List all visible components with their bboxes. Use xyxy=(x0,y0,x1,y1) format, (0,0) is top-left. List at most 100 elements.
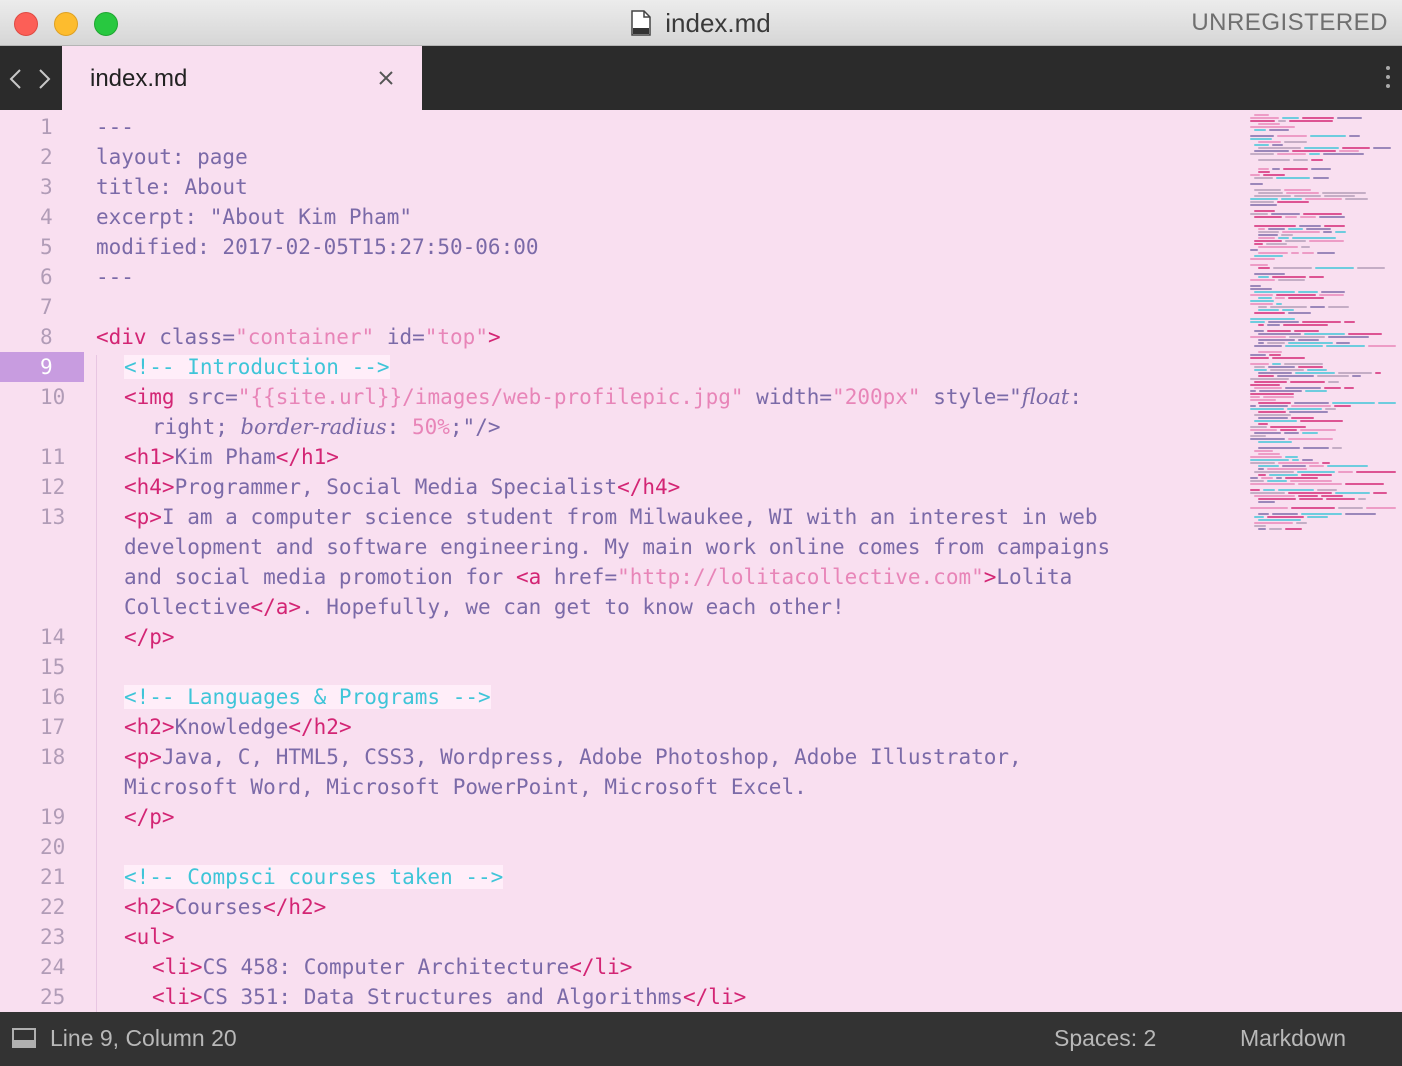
minimap-stroke xyxy=(1348,333,1382,335)
code-line-23: <ul> xyxy=(124,925,175,949)
minimap-stroke xyxy=(1291,507,1335,509)
line-number: 8 xyxy=(40,325,53,349)
minimap-stroke xyxy=(1258,342,1264,344)
minimap-stroke xyxy=(1300,429,1336,431)
line-number: 2 xyxy=(40,145,53,169)
minimap-stroke xyxy=(1285,528,1302,530)
minimap-stroke xyxy=(1301,513,1342,515)
syntax-selector[interactable]: Markdown xyxy=(1240,1025,1346,1052)
minimap-stroke xyxy=(1302,432,1318,434)
cursor-position: Line 9, Column 20 xyxy=(50,1025,237,1051)
minimap-stroke xyxy=(1323,231,1332,233)
minimap-stroke xyxy=(1273,267,1312,269)
minimap-stroke xyxy=(1254,195,1291,197)
minimap-stroke xyxy=(1269,354,1281,356)
minimap-stroke xyxy=(1258,519,1301,521)
minimap-stroke xyxy=(1309,276,1324,278)
minimap-stroke xyxy=(1276,294,1316,296)
minimap-stroke xyxy=(1250,153,1274,155)
minimap-stroke xyxy=(1288,492,1332,494)
code-line-9: <!-- Introduction --> xyxy=(124,355,390,379)
minimap-stroke xyxy=(1344,321,1355,323)
minimap-stroke xyxy=(1250,183,1263,185)
more-options-icon[interactable] xyxy=(1384,66,1392,92)
minimap-stroke xyxy=(1250,459,1289,461)
minimap-stroke xyxy=(1259,390,1302,392)
minimap-stroke xyxy=(1254,243,1263,245)
code-line-13-wrap: development and software engineering. My… xyxy=(124,535,1111,559)
minimap-stroke xyxy=(1305,198,1342,200)
minimap-stroke xyxy=(1269,474,1298,476)
minimap-stroke xyxy=(1258,474,1266,476)
minimap-stroke xyxy=(1285,477,1318,479)
minimap-stroke xyxy=(1258,402,1291,404)
minimap-stroke xyxy=(1272,513,1298,515)
minimap-stroke xyxy=(1272,168,1280,170)
minimap-stroke xyxy=(1326,498,1355,500)
minimap-stroke xyxy=(1254,381,1287,383)
minimap-stroke xyxy=(1285,216,1297,218)
minimap-stroke xyxy=(1250,213,1268,215)
minimap-stroke xyxy=(1250,126,1295,128)
minimap-stroke xyxy=(1317,252,1335,254)
indentation-setting[interactable]: Spaces: 2 xyxy=(1054,1025,1156,1052)
line-number: 18 xyxy=(40,745,66,769)
minimap-stroke xyxy=(1258,453,1280,455)
code-area[interactable]: --- layout: page title: About excerpt: "… xyxy=(96,110,1236,1012)
minimap-stroke xyxy=(1263,396,1294,398)
minimap-stroke xyxy=(1250,489,1260,491)
minimap-stroke xyxy=(1292,237,1336,239)
minimap-stroke xyxy=(1254,189,1281,191)
minimap-stroke xyxy=(1293,159,1308,161)
minimap-stroke xyxy=(1254,387,1282,389)
minimap-stroke xyxy=(1267,342,1285,344)
minimap-stroke xyxy=(1335,492,1370,494)
minimap-stroke xyxy=(1288,297,1324,299)
minimap-stroke xyxy=(1250,204,1277,206)
minimap-stroke xyxy=(1285,387,1321,389)
minimap-stroke xyxy=(1250,480,1264,482)
minimap-stroke xyxy=(1272,276,1306,278)
minimap-stroke xyxy=(1282,309,1294,311)
code-line-25: <li>CS 351: Data Structures and Algorith… xyxy=(152,985,747,1009)
minimap-stroke xyxy=(1258,297,1272,299)
minimap-stroke xyxy=(1258,447,1300,449)
minimap-stroke xyxy=(1250,477,1258,479)
code-line-17: <h2>Knowledge</h2> xyxy=(124,715,352,739)
minimap-stroke xyxy=(1322,192,1366,194)
code-line-18-wrap: Microsoft Word, Microsoft PowerPoint, Mi… xyxy=(124,775,807,799)
minimap-stroke xyxy=(1276,177,1310,179)
minimap-stroke xyxy=(1254,432,1281,434)
minimap-stroke xyxy=(1258,276,1269,278)
code-line-16: <!-- Languages & Programs --> xyxy=(124,685,491,709)
minimap-stroke xyxy=(1258,252,1288,254)
minimap-stroke xyxy=(1311,168,1331,170)
panel-toggle-icon[interactable] xyxy=(12,1028,36,1048)
minimap-stroke xyxy=(1258,411,1286,413)
minimap-stroke xyxy=(1250,363,1269,365)
minimap-stroke xyxy=(1276,477,1282,479)
chevron-right-icon[interactable] xyxy=(38,68,52,90)
minimap-stroke xyxy=(1289,411,1328,413)
minimap-stroke xyxy=(1258,171,1270,173)
title-bar: index.md UNREGISTERED xyxy=(0,0,1402,46)
minimap-stroke xyxy=(1317,489,1337,491)
minimap-stroke xyxy=(1277,201,1309,203)
line-number: 6 xyxy=(40,265,53,289)
minimap-stroke xyxy=(1338,372,1372,374)
minimap-stroke xyxy=(1285,456,1298,458)
code-editor[interactable]: 1 2 3 4 5 6 7 8 9 10 11 12 13 14 15 16 1… xyxy=(0,110,1402,1012)
minimap-stroke xyxy=(1282,117,1299,119)
minimap-stroke xyxy=(1302,252,1314,254)
code-line-2: layout: page xyxy=(96,145,248,169)
minimap-stroke xyxy=(1303,213,1342,215)
minimap-stroke xyxy=(1277,135,1307,137)
minimap-stroke xyxy=(1254,240,1282,242)
line-number: 12 xyxy=(40,475,66,499)
chevron-left-icon[interactable] xyxy=(8,68,22,90)
tab-index-md[interactable]: index.md xyxy=(62,46,422,110)
minimap-stroke xyxy=(1286,192,1319,194)
minimap[interactable] xyxy=(1244,110,1402,1012)
close-tab-icon[interactable] xyxy=(376,68,396,88)
line-number: 10 xyxy=(40,385,66,409)
